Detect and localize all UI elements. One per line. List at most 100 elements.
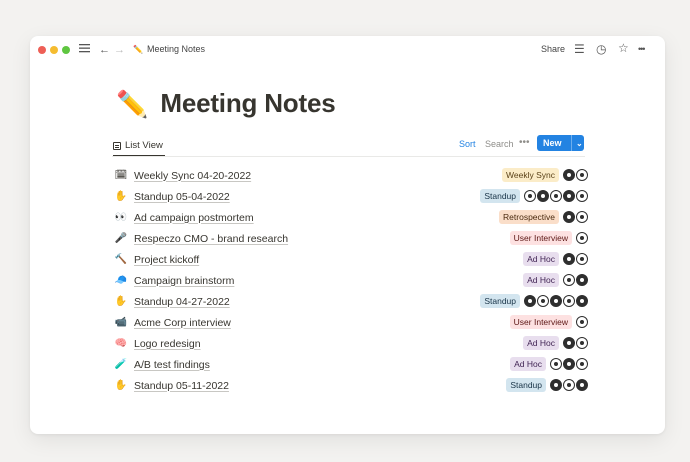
app-window: ← → ✏️ Meeting Notes Share ☰ ◷ ☆ ••• ✏️ … — [30, 36, 665, 434]
avatar — [563, 358, 575, 370]
list-item[interactable]: 🎤 Respeczo CMO - brand research User Inter… — [114, 228, 588, 249]
avatar — [563, 253, 575, 265]
attendee-avatars[interactable] — [563, 169, 588, 181]
row-title[interactable]: Standup 05-04-2022 — [134, 191, 230, 203]
avatar — [550, 295, 562, 307]
tag-badge[interactable]: Retrospective — [499, 210, 559, 224]
row-title[interactable]: Project kickoff — [134, 254, 199, 266]
list-item[interactable]: ✋ Standup 04-27-2022 Standup — [114, 291, 588, 312]
row-title[interactable]: Ad campaign postmortem — [134, 212, 254, 224]
avatar — [576, 211, 588, 223]
minimize-window-button[interactable] — [50, 46, 58, 54]
tag-badge[interactable]: Ad Hoc — [510, 357, 546, 371]
row-icon: ✋ — [114, 296, 128, 307]
row-properties: User Interview — [509, 315, 588, 329]
tag-badge[interactable]: Standup — [480, 294, 520, 308]
avatar — [550, 358, 562, 370]
attendee-avatars[interactable] — [550, 358, 588, 370]
close-window-button[interactable] — [38, 46, 46, 54]
more-options-icon[interactable]: ••• — [638, 43, 646, 55]
star-icon[interactable]: ☆ — [618, 42, 629, 54]
row-title[interactable]: Standup 04-27-2022 — [134, 296, 230, 308]
tag-badge[interactable]: User Interview — [509, 231, 572, 245]
sort-button[interactable]: Sort — [459, 139, 476, 149]
row-properties: Standup — [506, 378, 588, 392]
tag-badge[interactable]: Ad Hoc — [523, 336, 559, 350]
tag-badge[interactable]: Ad Hoc — [523, 252, 559, 266]
list-item[interactable]: ✋ Standup 05-11-2022 Standup — [114, 375, 588, 396]
chevron-down-icon[interactable]: ⌄ — [572, 139, 583, 148]
row-icon: 🧪 — [114, 359, 128, 370]
view-more-icon[interactable]: ••• — [519, 137, 530, 148]
attendee-avatars[interactable] — [563, 274, 588, 286]
pencil-icon: ✏️ — [133, 44, 143, 54]
breadcrumb[interactable]: ✏️ Meeting Notes — [133, 44, 205, 54]
avatar — [576, 316, 588, 328]
row-properties: Standup — [480, 189, 588, 203]
forward-arrow-icon[interactable]: → — [114, 44, 125, 56]
list-item[interactable]: 🔨 Project kickoff Ad Hoc — [114, 249, 588, 270]
tag-badge[interactable]: Weekly Sync — [502, 168, 559, 182]
page-title[interactable]: Meeting Notes — [160, 88, 335, 119]
attendee-avatars[interactable] — [550, 379, 588, 391]
attendee-avatars[interactable] — [576, 232, 588, 244]
search-button[interactable]: Search — [485, 139, 514, 149]
row-icon: 🎤 — [114, 233, 128, 244]
avatar — [576, 253, 588, 265]
attendee-avatars[interactable] — [576, 316, 588, 328]
attendee-avatars[interactable] — [524, 295, 588, 307]
tag-badge[interactable]: Standup — [480, 189, 520, 203]
row-icon: 🔨 — [114, 254, 128, 265]
avatar — [550, 190, 562, 202]
new-button-label: New — [543, 138, 562, 148]
row-properties: Ad Hoc — [523, 273, 588, 287]
attendee-avatars[interactable] — [563, 337, 588, 349]
tag-badge[interactable]: User Interview — [509, 315, 572, 329]
avatar — [576, 337, 588, 349]
list-item[interactable]: 🗓 Weekly Sync 04-20-2022 Weekly Sync — [114, 165, 588, 186]
list-item[interactable]: 👀 Ad campaign postmortem Retrospective — [114, 207, 588, 228]
row-title[interactable]: Acme Corp interview — [134, 317, 231, 329]
row-title[interactable]: Weekly Sync 04-20-2022 — [134, 170, 251, 182]
avatar — [563, 274, 575, 286]
back-arrow-icon[interactable]: ← — [99, 44, 110, 56]
list-item[interactable]: ✋ Standup 05-04-2022 Standup — [114, 186, 588, 207]
row-title[interactable]: Respeczo CMO - brand research — [134, 233, 288, 245]
row-title[interactable]: Standup 05-11-2022 — [134, 380, 229, 392]
new-button[interactable]: New ⌄ — [537, 135, 584, 151]
history-clock-icon[interactable]: ◷ — [596, 43, 606, 55]
tag-badge[interactable]: Standup — [506, 378, 546, 392]
row-title[interactable]: Logo redesign — [134, 338, 201, 350]
row-title[interactable]: A/B test findings — [134, 359, 210, 371]
avatar — [550, 379, 562, 391]
page-header: ✏️ Meeting Notes — [116, 88, 336, 119]
avatar — [524, 295, 536, 307]
row-icon: ✋ — [114, 191, 128, 202]
list-item[interactable]: 🧪 A/B test findings Ad Hoc — [114, 354, 588, 375]
share-button[interactable]: Share — [541, 44, 565, 54]
list-item[interactable]: 📹 Acme Corp interview User Interview — [114, 312, 588, 333]
attendee-avatars[interactable] — [524, 190, 588, 202]
tab-label: List View — [125, 140, 163, 151]
page-pencil-icon[interactable]: ✏️ — [116, 89, 148, 119]
tab-list-view[interactable]: List View — [113, 136, 165, 156]
avatar — [576, 169, 588, 181]
window-controls — [38, 46, 70, 54]
row-properties: Weekly Sync — [502, 168, 588, 182]
list-item[interactable]: 🧠 Logo redesign Ad Hoc — [114, 333, 588, 354]
maximize-window-button[interactable] — [62, 46, 70, 54]
avatar — [563, 169, 575, 181]
comment-icon[interactable]: ☰ — [574, 43, 585, 55]
attendee-avatars[interactable] — [563, 253, 588, 265]
notes-list: 🗓 Weekly Sync 04-20-2022 Weekly Sync ✋ Stand… — [114, 165, 588, 396]
avatar — [576, 358, 588, 370]
row-properties: Retrospective — [499, 210, 588, 224]
hamburger-icon[interactable] — [79, 43, 90, 55]
attendee-avatars[interactable] — [563, 211, 588, 223]
avatar — [563, 295, 575, 307]
avatar — [537, 295, 549, 307]
avatar — [576, 274, 588, 286]
list-item[interactable]: 🧢 Campaign brainstorm Ad Hoc — [114, 270, 588, 291]
row-title[interactable]: Campaign brainstorm — [134, 275, 234, 287]
tag-badge[interactable]: Ad Hoc — [523, 273, 559, 287]
